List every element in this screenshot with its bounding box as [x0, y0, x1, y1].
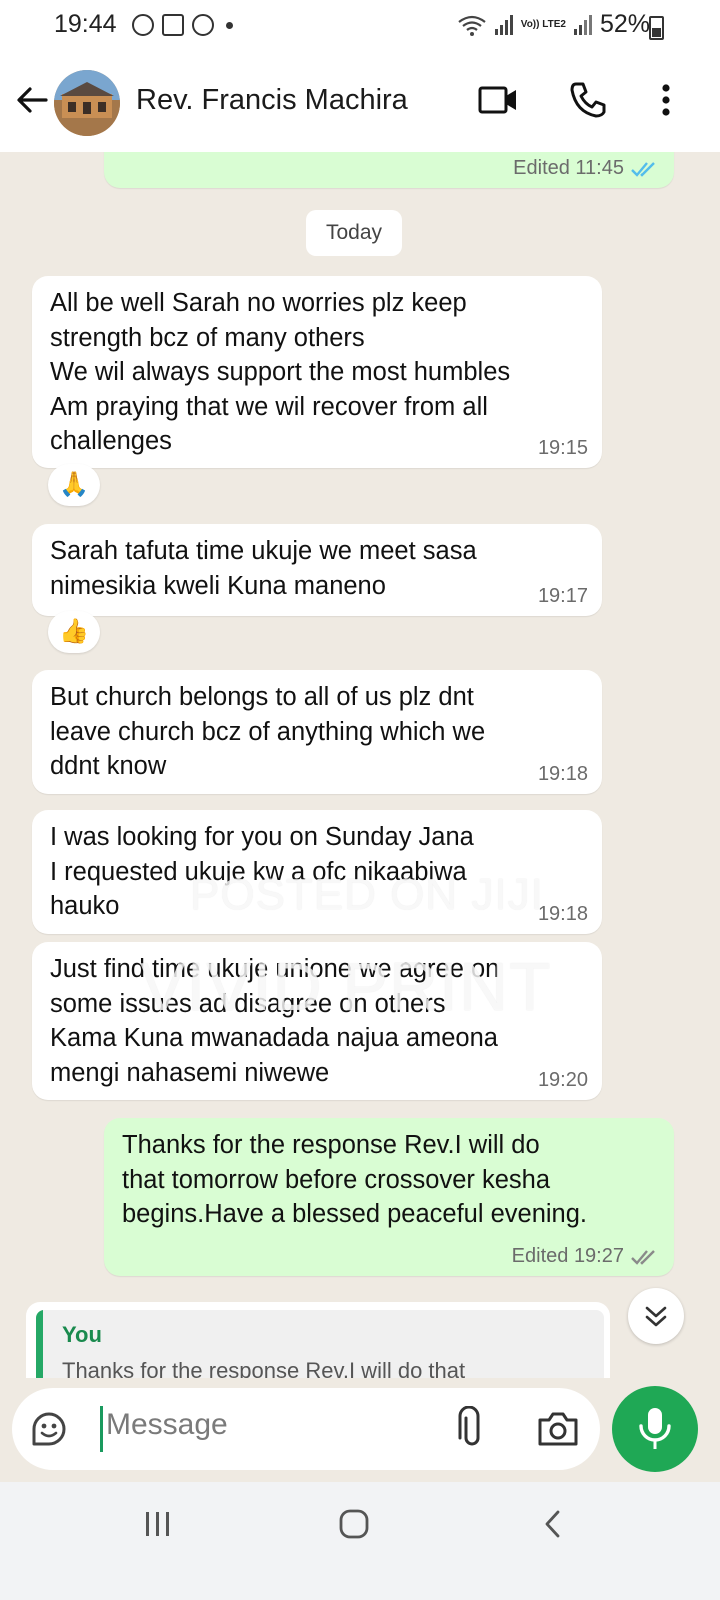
more-notifications-dot	[226, 22, 233, 29]
nav-home-icon[interactable]	[336, 1506, 372, 1542]
message-meta: Edited 19:27	[512, 1245, 660, 1268]
back-arrow-icon[interactable]	[12, 80, 52, 120]
signal-icon	[494, 14, 513, 35]
incoming-message[interactable]: All be well Sarah no worries plz keep st…	[32, 276, 602, 468]
message-text: Thanks for the response Rev.I will do th…	[122, 1131, 587, 1228]
gallery-notification-icon	[162, 14, 184, 36]
outgoing-message[interactable]: Thanks for the response Rev.I will do th…	[104, 1118, 674, 1276]
message-time: 19:17	[537, 585, 588, 607]
nav-back-icon[interactable]	[536, 1506, 572, 1542]
battery-percent: 52%	[599, 10, 650, 38]
messenger-notification-icon	[192, 14, 214, 36]
message-meta: 19:20	[538, 1069, 588, 1092]
chat-area[interactable]: Edited 11:45 Today All be well Sarah no …	[0, 152, 720, 1417]
message-reaction[interactable]: 👍	[48, 611, 100, 653]
double-check-icon	[631, 1249, 655, 1265]
scroll-down-icon	[645, 1306, 667, 1327]
mic-icon	[639, 1408, 671, 1449]
nav-recents-icon[interactable]	[140, 1506, 176, 1542]
voice-message-button[interactable]	[612, 1386, 698, 1472]
contact-name[interactable]: Rev. Francis Machira	[136, 84, 408, 117]
message-meta: 19:18	[538, 763, 588, 786]
message-time: 19:15	[537, 437, 588, 459]
watermark-vivid-print: VIVID PRINT	[140, 949, 552, 1025]
message-reaction[interactable]: 🙏	[48, 464, 100, 506]
message-time: Edited 19:27	[511, 1245, 624, 1267]
message-text: Sarah tafuta time ukuje we meet sasa nim…	[50, 537, 477, 600]
chat-header: Rev. Francis Machira	[0, 52, 720, 152]
message-time: 19:18	[537, 763, 588, 785]
incoming-message[interactable]: But church belongs to all of us plz dnt …	[32, 670, 602, 794]
status-bar: 19:44 Vo)) LTE2 52%	[0, 0, 720, 52]
status-right: Vo)) LTE2 52%	[457, 10, 650, 39]
wifi-icon	[458, 15, 486, 36]
text-caret	[100, 1406, 103, 1452]
message-text: But church belongs to all of us plz dnt …	[50, 683, 486, 780]
message-meta: 19:15	[538, 437, 588, 460]
attach-icon[interactable]	[452, 1406, 492, 1452]
incoming-message[interactable]: Sarah tafuta time ukuje we meet sasa nim…	[32, 524, 602, 616]
message-time: 19:20	[537, 1069, 588, 1091]
reply-author: You	[62, 1322, 102, 1347]
message-meta: 19:17	[538, 585, 588, 608]
notification-icons	[132, 14, 233, 36]
signal-icon-2	[573, 14, 592, 35]
more-vert-icon[interactable]	[644, 78, 688, 122]
message-text: All be well Sarah no worries plz keep st…	[50, 289, 511, 455]
avatar-image	[54, 70, 120, 136]
system-nav-bar	[0, 1482, 720, 1600]
double-check-icon	[631, 161, 655, 177]
message-meta: Edited 11:45	[513, 157, 660, 180]
video-call-icon[interactable]	[476, 78, 520, 122]
camera-icon[interactable]	[536, 1408, 580, 1450]
whatsapp-notification-icon	[132, 14, 154, 36]
contact-avatar[interactable]	[54, 70, 120, 136]
message-placeholder[interactable]: Message	[106, 1408, 228, 1442]
watermark-jiji: POSTED ON JIJI	[190, 870, 544, 919]
status-time: 19:44	[54, 10, 117, 38]
date-separator: Today	[306, 210, 402, 256]
outgoing-message-partial[interactable]: Edited 11:45	[104, 152, 674, 188]
message-input[interactable]: Message	[12, 1388, 600, 1470]
battery-icon	[649, 16, 664, 40]
scroll-down-button[interactable]	[628, 1288, 684, 1344]
sticker-icon[interactable]	[28, 1408, 70, 1450]
message-meta: 19:18	[538, 903, 588, 926]
phone-icon[interactable]	[566, 78, 610, 122]
network-type: Vo)) LTE2	[520, 18, 566, 30]
message-time: 19:18	[537, 903, 588, 925]
message-time: Edited 11:45	[513, 157, 624, 179]
